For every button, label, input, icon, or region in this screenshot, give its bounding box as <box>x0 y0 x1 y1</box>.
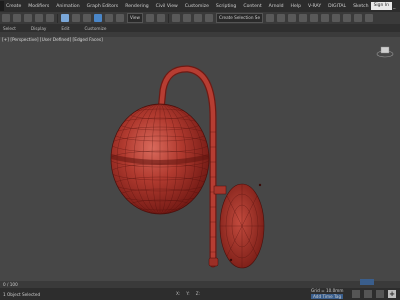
menu-sketch[interactable]: Sketch <box>353 4 368 9</box>
wall-lamp-model[interactable] <box>0 32 400 288</box>
bind-spacewarp-icon[interactable] <box>46 14 54 22</box>
x-coordinate-label[interactable]: X: <box>176 291 180 296</box>
select-and-manipulate-icon[interactable] <box>156 14 165 22</box>
link-icon[interactable] <box>24 14 32 22</box>
material-editor-icon[interactable] <box>332 14 341 22</box>
undo-icon[interactable] <box>2 14 10 22</box>
add-time-tag-button[interactable]: Add Time Tag <box>311 294 344 299</box>
frame-counter-label: 0 / 100 <box>3 282 18 287</box>
menu-modifiers[interactable]: Modifiers <box>28 4 49 9</box>
play-icon[interactable] <box>352 290 360 298</box>
key-mode-icon[interactable] <box>376 290 384 298</box>
unlink-icon[interactable] <box>35 14 43 22</box>
coordinate-readout: X: Y: Z: <box>176 291 200 296</box>
named-selection-dropdown[interactable]: Create Selection Se <box>215 13 264 23</box>
render-production-icon[interactable] <box>365 14 374 22</box>
sign-in-button[interactable]: Sign In <box>370 2 392 10</box>
z-coordinate-label[interactable]: Z: <box>196 291 200 296</box>
timeline-bar[interactable]: 0 / 100 <box>0 281 400 288</box>
menu-civil-view[interactable]: Civil View <box>156 4 178 9</box>
menu-graph-editors[interactable]: Graph Editors <box>87 4 119 9</box>
rectangular-selection-icon[interactable] <box>83 14 91 22</box>
select-and-scale-icon[interactable] <box>116 14 124 22</box>
scene-explorer-tabs: Select Display Edit Customize <box>0 24 400 32</box>
schematic-view-icon[interactable] <box>321 14 330 22</box>
tab-display[interactable]: Display <box>31 26 46 31</box>
menu-arnold[interactable]: Arnold <box>269 4 284 9</box>
graphite-ribbon-icon[interactable] <box>299 14 308 22</box>
set-key-button[interactable] <box>360 279 374 285</box>
render-setup-icon[interactable] <box>343 14 352 22</box>
menu-create[interactable]: Create <box>6 4 21 9</box>
toolbar-separator <box>57 13 58 23</box>
menu-customize[interactable]: Customize <box>185 4 209 9</box>
menu-digital[interactable]: DIGITAL <box>328 4 346 9</box>
menu-content[interactable]: Content <box>243 4 261 9</box>
select-and-rotate-icon[interactable] <box>105 14 113 22</box>
rendered-frame-window-icon[interactable] <box>354 14 363 22</box>
toolbar-separator <box>167 13 169 23</box>
select-and-move-icon[interactable] <box>94 14 102 22</box>
menu-vray[interactable]: V-RAY <box>308 4 321 9</box>
selection-status: 1 Object Selected <box>3 291 41 297</box>
mirror-icon[interactable] <box>266 14 275 22</box>
percent-snap-icon[interactable] <box>193 14 202 22</box>
tab-select[interactable]: Select <box>3 26 16 31</box>
perspective-viewport[interactable]: [+] [Perspective] [User Defined] [Edged … <box>0 32 400 288</box>
app-logo <box>0 1 4 11</box>
main-toolbar: View Create Selection Se <box>0 12 400 24</box>
angle-snap-icon[interactable] <box>182 14 191 22</box>
globe-shade <box>110 103 210 215</box>
wall-plate <box>213 183 265 269</box>
select-by-name-icon[interactable] <box>72 14 80 22</box>
reference-coordinate-dropdown[interactable]: View <box>127 13 143 23</box>
menu-scripting[interactable]: Scripting <box>216 4 236 9</box>
minimize-icon[interactable]: _ <box>393 2 399 10</box>
tab-customize[interactable]: Customize <box>84 26 106 31</box>
spinner-snap-icon[interactable] <box>204 14 213 22</box>
snaps-toggle-icon[interactable] <box>171 14 180 22</box>
grid-size-label: Grid = 10.0mm <box>311 288 344 293</box>
menu-help[interactable]: Help <box>291 4 301 9</box>
tab-edit[interactable]: Edit <box>61 26 69 31</box>
y-coordinate-label[interactable]: Y: <box>186 291 189 296</box>
pivot-center-icon[interactable] <box>145 14 154 22</box>
select-object-icon[interactable] <box>61 14 69 22</box>
menu-bar: Create Modifiers Animation Graph Editors… <box>0 0 400 12</box>
align-icon[interactable] <box>277 14 286 22</box>
menu-rendering[interactable]: Rendering <box>125 4 148 9</box>
next-frame-icon[interactable] <box>364 290 372 298</box>
layer-explorer-icon[interactable] <box>288 14 297 22</box>
redo-icon[interactable] <box>13 14 21 22</box>
status-bar: 1 Object Selected X: Y: Z: Grid = 10.0mm… <box>0 288 400 300</box>
pan-view-icon[interactable]: + <box>388 290 396 298</box>
curve-editor-icon[interactable] <box>310 14 319 22</box>
menu-animation[interactable]: Animation <box>56 4 79 9</box>
